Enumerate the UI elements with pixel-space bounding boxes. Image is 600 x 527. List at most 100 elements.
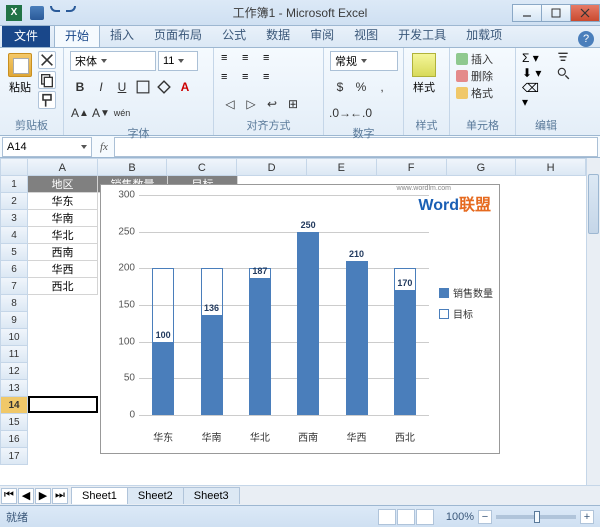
fill-color-button[interactable] [154, 77, 174, 97]
decrease-decimal-button[interactable]: ←.0 [351, 103, 371, 123]
view-normal-button[interactable] [378, 509, 396, 525]
col-header-E[interactable]: E [307, 158, 377, 176]
cut-button[interactable] [38, 51, 56, 69]
col-header-B[interactable]: B [98, 158, 168, 176]
row-header-8[interactable]: 8 [0, 295, 28, 312]
cell-A6[interactable]: 华西 [28, 261, 98, 278]
col-header-H[interactable]: H [516, 158, 586, 176]
sheet-tab-0[interactable]: Sheet1 [71, 487, 128, 504]
help-icon[interactable]: ? [578, 31, 594, 47]
align-top-button[interactable]: ≡ [220, 51, 240, 69]
scrollbar-thumb[interactable] [588, 174, 599, 234]
row-header-11[interactable]: 11 [0, 346, 28, 363]
number-format-combo[interactable]: 常规 [330, 51, 398, 71]
align-middle-button[interactable]: ≡ [241, 51, 261, 69]
styles-button[interactable]: 样式 [410, 51, 438, 97]
ribbon-tab-5[interactable]: 审阅 [300, 23, 344, 47]
cell-A7[interactable]: 西北 [28, 278, 98, 295]
increase-font-button[interactable]: A▲ [70, 103, 90, 123]
worksheet-grid[interactable]: ABCDEFGH 1234567891011121314151617 地区销售数… [0, 158, 600, 485]
row-header-5[interactable]: 5 [0, 244, 28, 261]
bold-button[interactable]: B [70, 77, 90, 97]
border-button[interactable] [133, 77, 153, 97]
col-header-A[interactable]: A [28, 158, 98, 176]
underline-button[interactable]: U [112, 77, 132, 97]
close-button[interactable] [570, 4, 600, 22]
row-header-1[interactable]: 1 [0, 176, 28, 193]
font-size-combo[interactable]: 11 [158, 51, 198, 71]
phonetic-button[interactable]: wén [112, 103, 132, 123]
zoom-out-button[interactable]: − [478, 510, 492, 524]
ribbon-tab-3[interactable]: 公式 [212, 23, 256, 47]
fill-button[interactable]: ⬇ ▾ [522, 66, 548, 80]
align-right-button[interactable]: ≡ [262, 70, 282, 88]
file-tab[interactable]: 文件 [2, 24, 50, 47]
slider-thumb[interactable] [534, 511, 540, 523]
format-painter-button[interactable] [38, 91, 56, 109]
row-header-9[interactable]: 9 [0, 312, 28, 329]
row-header-10[interactable]: 10 [0, 329, 28, 346]
ribbon-tab-6[interactable]: 视图 [344, 23, 388, 47]
horizontal-scrollbar[interactable] [248, 489, 586, 503]
format-button[interactable]: 格式 [456, 85, 493, 101]
increase-decimal-button[interactable]: .0→ [330, 103, 350, 123]
col-header-D[interactable]: D [237, 158, 307, 176]
sheet-nav-first[interactable]: ⏮ [1, 488, 17, 504]
cell-A5[interactable]: 西南 [28, 244, 98, 261]
cell-A3[interactable]: 华南 [28, 210, 98, 227]
row-header-2[interactable]: 2 [0, 193, 28, 210]
col-header-F[interactable]: F [377, 158, 447, 176]
view-layout-button[interactable] [397, 509, 415, 525]
percent-button[interactable]: % [351, 77, 371, 97]
font-color-button[interactable]: A [175, 77, 195, 97]
ribbon-tab-0[interactable]: 开始 [54, 23, 100, 47]
sheet-tab-2[interactable]: Sheet3 [183, 487, 240, 504]
sheet-nav-next[interactable]: ▶ [35, 488, 51, 504]
clear-button[interactable]: ⌫ ▾ [522, 81, 548, 109]
fx-icon[interactable]: fx [100, 141, 108, 153]
zoom-in-button[interactable]: + [580, 510, 594, 524]
autosum-button[interactable]: Σ ▾ [522, 51, 548, 65]
cell-A1[interactable]: 地区 [28, 176, 98, 193]
row-header-17[interactable]: 17 [0, 448, 28, 465]
minimize-button[interactable] [512, 4, 542, 22]
increase-indent-button[interactable]: ▷ [241, 94, 261, 114]
merge-button[interactable]: ⊞ [283, 94, 303, 114]
decrease-indent-button[interactable]: ◁ [220, 94, 240, 114]
align-bottom-button[interactable]: ≡ [262, 51, 282, 69]
select-all-corner[interactable] [0, 158, 28, 176]
row-header-3[interactable]: 3 [0, 210, 28, 227]
font-name-combo[interactable]: 宋体 [70, 51, 156, 71]
undo-icon[interactable] [50, 6, 60, 12]
vertical-scrollbar[interactable] [586, 158, 600, 485]
ribbon-tab-8[interactable]: 加载项 [456, 23, 512, 47]
save-icon[interactable] [30, 6, 44, 20]
ribbon-tab-1[interactable]: 插入 [100, 23, 144, 47]
sort-filter-button[interactable] [556, 51, 570, 65]
align-center-button[interactable]: ≡ [241, 70, 261, 88]
italic-button[interactable]: I [91, 77, 111, 97]
maximize-button[interactable] [541, 4, 571, 22]
comma-button[interactable]: , [372, 77, 392, 97]
paste-button[interactable]: 粘贴 [6, 51, 34, 97]
row-header-16[interactable]: 16 [0, 431, 28, 448]
row-header-7[interactable]: 7 [0, 278, 28, 295]
insert-button[interactable]: 插入 [456, 51, 493, 67]
sheet-tab-1[interactable]: Sheet2 [127, 487, 184, 504]
ribbon-tab-4[interactable]: 数据 [256, 23, 300, 47]
row-header-4[interactable]: 4 [0, 227, 28, 244]
ribbon-tab-7[interactable]: 开发工具 [388, 23, 456, 47]
currency-button[interactable]: $ [330, 77, 350, 97]
find-button[interactable] [556, 66, 570, 80]
row-header-12[interactable]: 12 [0, 363, 28, 380]
zoom-slider[interactable] [496, 515, 576, 519]
sheet-nav-last[interactable]: ⏭ [52, 488, 68, 504]
cell-A2[interactable]: 华东 [28, 193, 98, 210]
cell-A4[interactable]: 华北 [28, 227, 98, 244]
row-header-15[interactable]: 15 [0, 414, 28, 431]
sheet-nav-prev[interactable]: ◀ [18, 488, 34, 504]
col-header-C[interactable]: C [167, 158, 237, 176]
col-header-G[interactable]: G [447, 158, 517, 176]
row-header-14[interactable]: 14 [0, 397, 28, 414]
ribbon-tab-2[interactable]: 页面布局 [144, 23, 212, 47]
